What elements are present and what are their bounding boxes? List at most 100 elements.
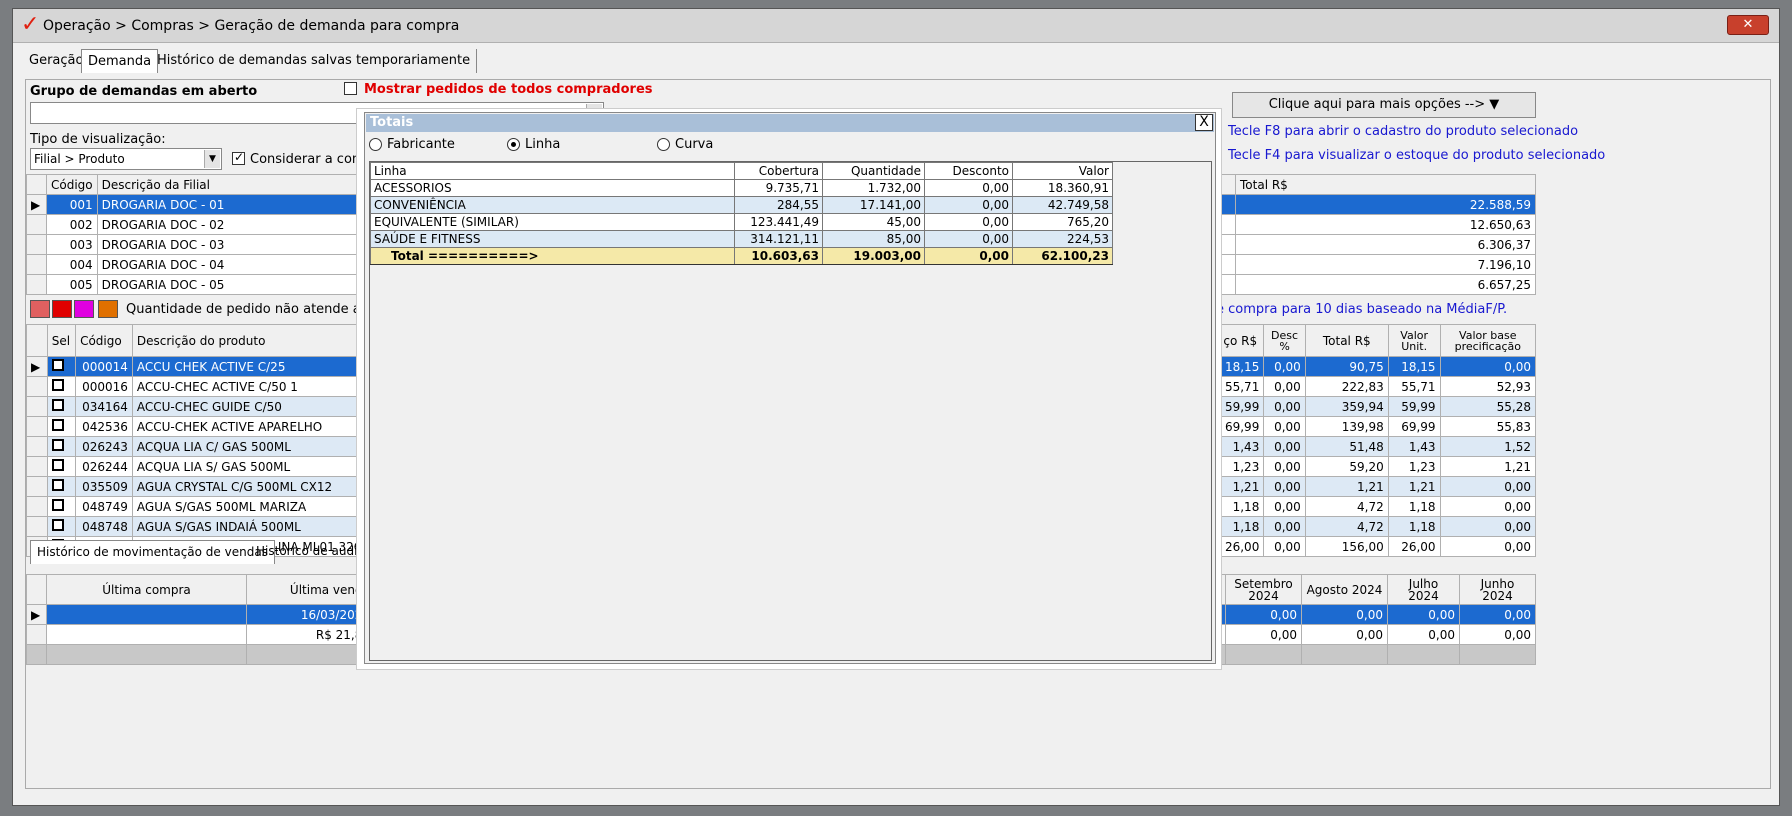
cell-valor-unit: 55,71 [1387, 376, 1441, 397]
totals-cell-value: 42.749,58 [1012, 196, 1113, 214]
cell-total: 7.196,10 [1235, 254, 1536, 275]
col-valor-unit[interactable]: Valor Unit. [1387, 324, 1441, 357]
cell-valor-unit: 26,00 [1387, 536, 1441, 557]
cell-codigo: 042536 [75, 416, 133, 437]
legend-swatch [98, 300, 118, 318]
cell-month-value: 0,00 [1387, 624, 1460, 645]
col-ultima-compra[interactable]: Última compra [46, 574, 247, 605]
cell-desc-pct: 0,00 [1263, 476, 1306, 497]
close-window-button[interactable]: ✕ [1727, 15, 1769, 35]
tab-demanda[interactable]: Demanda [81, 49, 159, 73]
row-indicator [26, 476, 48, 497]
col-codigo[interactable]: Código [46, 174, 98, 195]
table-row[interactable]: SAÚDE E FITNESS 314.121,11 85,00 0,00 224,53 [370, 230, 1113, 248]
col-codigo[interactable]: Código [75, 324, 133, 357]
col-junho[interactable]: Junho 2024 [1459, 574, 1536, 605]
col-total[interactable]: Total R$ [1235, 174, 1536, 195]
totals-cell-value: 314.121,11 [734, 230, 823, 248]
select-checkbox[interactable] [51, 519, 64, 531]
select-checkbox[interactable] [51, 459, 64, 471]
cell-preco: 26,00 [1218, 536, 1265, 557]
radio-curva[interactable] [657, 138, 670, 151]
cell-valor-unit: 18,15 [1387, 356, 1441, 377]
select-checkbox[interactable] [51, 399, 64, 411]
cell-sel [46, 436, 77, 457]
tab-geracao[interactable]: Geração [23, 49, 89, 73]
cell-total: 6.657,25 [1235, 274, 1536, 295]
totals-col-header[interactable]: Valor [1012, 162, 1113, 180]
col-preco[interactable]: ço R$ [1218, 324, 1265, 357]
cell-preco: 69,99 [1218, 416, 1265, 437]
totals-col-header[interactable]: Linha [370, 162, 735, 180]
cell-sel [46, 496, 77, 517]
totals-cell-value: 224,53 [1012, 230, 1113, 248]
totals-col-header[interactable]: Desconto [924, 162, 1013, 180]
col-setembro[interactable]: Setembro 2024 [1225, 574, 1302, 605]
row-indicator [26, 214, 47, 235]
cell-codigo: 000016 [75, 376, 133, 397]
cell-month-value: 0,00 [1459, 604, 1536, 625]
footer-cell [46, 644, 247, 665]
table-row[interactable]: ACESSORIOS 9.735,71 1.732,00 0,00 18.360,91 [370, 179, 1113, 197]
totals-col-header[interactable]: Quantidade [822, 162, 925, 180]
cell-desc-pct: 0,00 [1263, 376, 1306, 397]
cell-codigo: 048748 [75, 516, 133, 537]
col-valor-base[interactable]: Valor base precificação [1439, 324, 1537, 357]
row-indicator: ▶ [26, 194, 47, 215]
cell-valor-unit: 1,21 [1387, 476, 1441, 497]
col-total[interactable]: Total R$ [1304, 324, 1389, 357]
col-agosto[interactable]: Agosto 2024 [1301, 574, 1388, 605]
col-sel[interactable]: Sel [46, 324, 77, 357]
table-row[interactable]: EQUIVALENTE (SIMILAR) 123.441,49 45,00 0,00… [370, 213, 1113, 231]
more-options-button[interactable]: Clique aqui para mais opções --> ▼ [1232, 92, 1536, 118]
show-all-checkbox[interactable] [344, 82, 357, 95]
select-checkbox[interactable] [51, 359, 64, 371]
cell-total: 90,75 [1304, 356, 1389, 377]
cell-valor-base: 0,00 [1439, 476, 1537, 497]
dialog-close-button[interactable]: X [1195, 114, 1213, 131]
row-indicator [26, 516, 48, 537]
select-checkbox[interactable] [51, 379, 64, 391]
cell-sel [46, 356, 77, 377]
select-checkbox[interactable] [51, 439, 64, 451]
total-value: 19.003,00 [822, 247, 925, 265]
dropdown-arrow-icon: ▼ [1489, 97, 1500, 112]
row-indicator-header [26, 174, 47, 195]
radio-linha-label: Linha [525, 137, 561, 152]
title-bar: ✓ Operação > Compras > Geração de demand… [13, 9, 1779, 43]
col-desc-pct[interactable]: Desc % [1263, 324, 1306, 357]
tab-historico-demandas[interactable]: Histórico de demandas salvas temporariam… [151, 49, 478, 73]
cell-total: 1,21 [1304, 476, 1389, 497]
cell-valor-base: 52,93 [1439, 376, 1537, 397]
tab-historico-vendas[interactable]: Histórico de movimentação de vendas [30, 540, 275, 564]
row-indicator: ▶ [26, 604, 47, 625]
cell-codigo: 001 [46, 194, 98, 215]
radio-linha[interactable] [507, 138, 520, 151]
row-indicator [26, 234, 47, 255]
row-indicator [26, 274, 47, 295]
totals-cell-value: 284,55 [734, 196, 823, 214]
select-checkbox[interactable] [51, 419, 64, 431]
col-julho[interactable]: Julho 2024 [1387, 574, 1460, 605]
totals-cell-value: 17.141,00 [822, 196, 925, 214]
consider-checkbox[interactable] [232, 150, 245, 165]
totals-cell-value: 0,00 [924, 213, 1013, 231]
cell-total: 222,83 [1304, 376, 1389, 397]
select-checkbox[interactable] [51, 479, 64, 491]
cell-codigo: 002 [46, 214, 98, 235]
cell-codigo: 035509 [75, 476, 133, 497]
view-type-select[interactable]: Filial > Produto ▼ [30, 148, 222, 170]
totals-cell-linha: ACESSORIOS [370, 179, 735, 197]
totals-table: Linha Cobertura Quantidade Desconto Valor ACE… [370, 162, 1113, 265]
select-checkbox[interactable] [51, 499, 64, 511]
cell-valor-unit: 1,43 [1387, 436, 1441, 457]
cell-valor-unit: 1,18 [1387, 496, 1441, 517]
table-row[interactable]: CONVENIÊNCIA 284,55 17.141,00 0,00 42.749,58 [370, 196, 1113, 214]
totals-col-header[interactable]: Cobertura [734, 162, 823, 180]
radio-fabricante[interactable] [369, 138, 382, 151]
row-indicator [26, 254, 47, 275]
cell-desc-pct: 0,00 [1263, 536, 1306, 557]
row-indicator: ▶ [26, 356, 48, 377]
totals-total-row: Total ==========> 10.603,63 19.003,00 0,00 6… [370, 247, 1113, 265]
cell-total: 139,98 [1304, 416, 1389, 437]
